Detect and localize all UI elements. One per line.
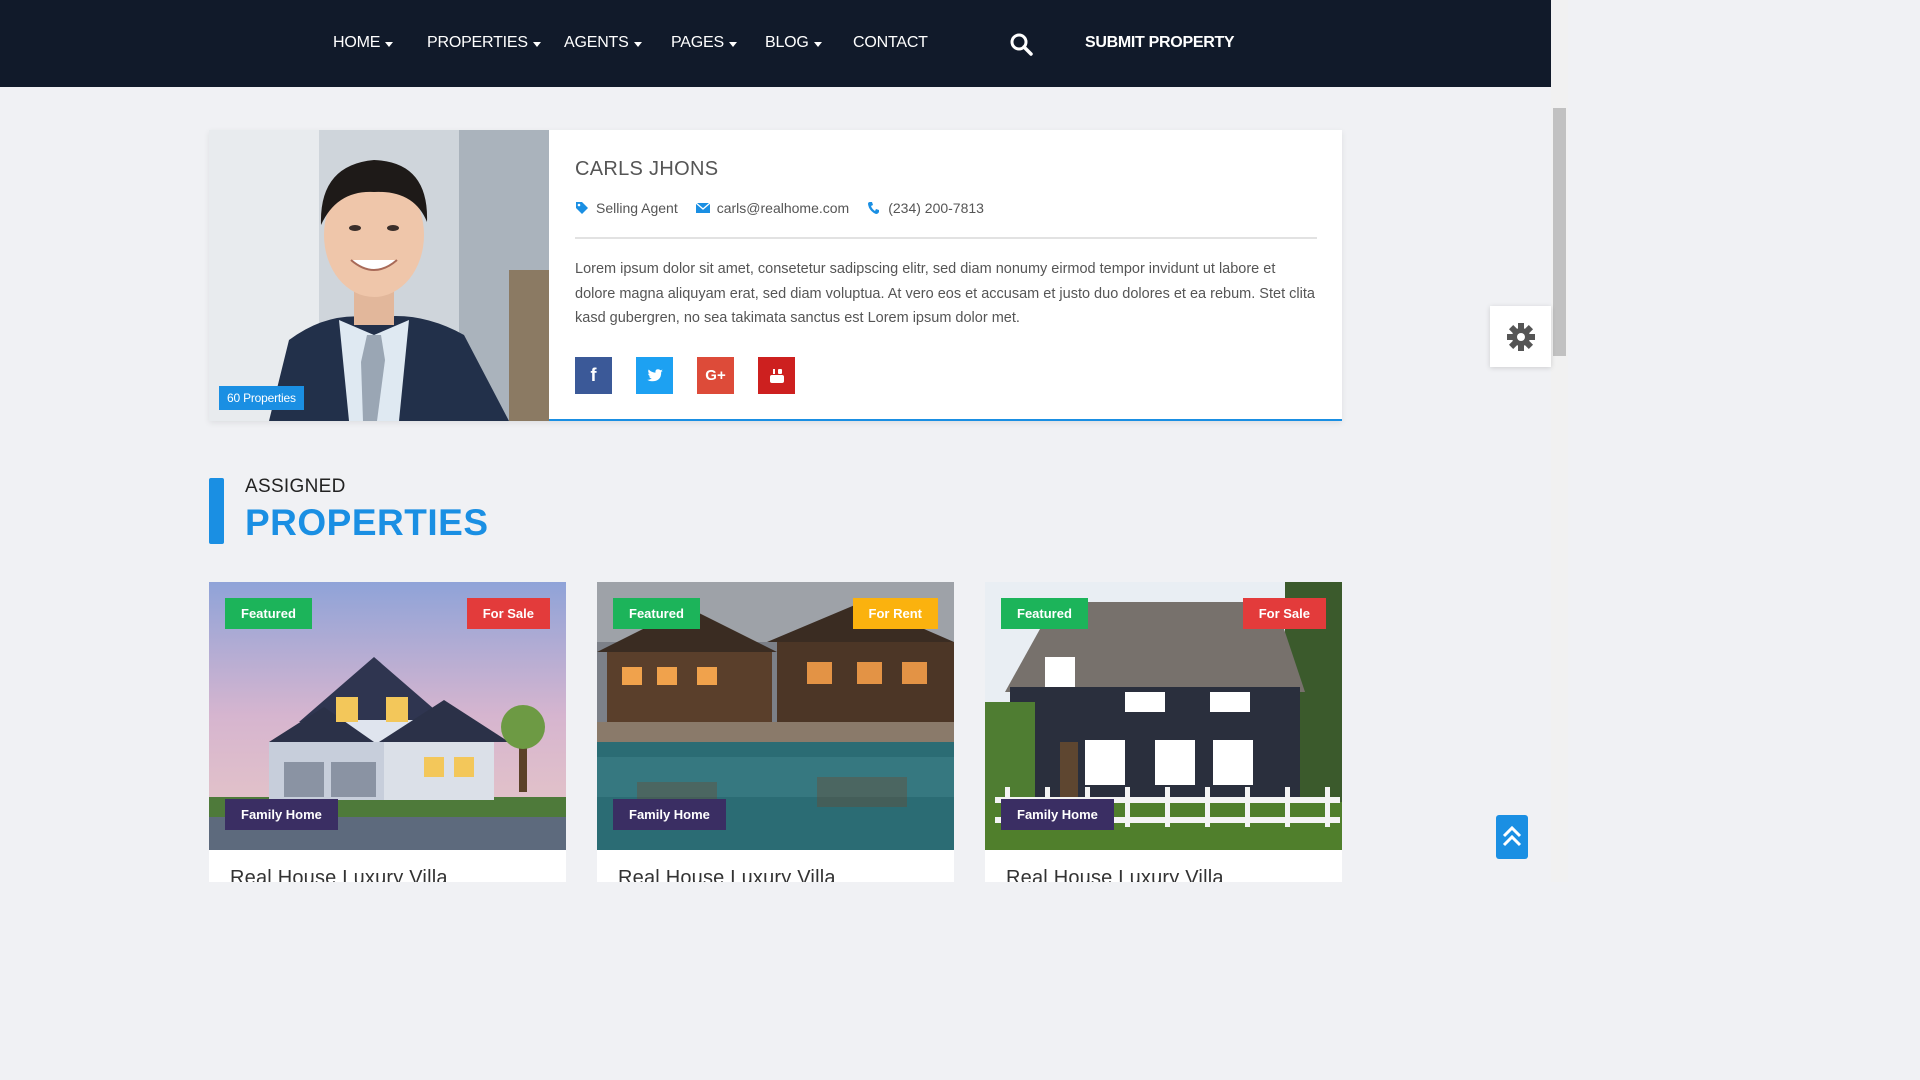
nav-pages-label: PAGES xyxy=(671,34,724,51)
search-icon[interactable] xyxy=(1009,32,1033,56)
twitter-icon xyxy=(646,368,663,381)
facebook-icon: f xyxy=(590,365,597,385)
back-to-top-button[interactable] xyxy=(1496,815,1528,859)
section-accent-bar xyxy=(209,478,224,544)
agent-role-label: Selling Agent xyxy=(596,200,678,216)
status-badge: For Rent xyxy=(852,598,938,629)
agent-role: Selling Agent xyxy=(575,200,678,216)
nav-home[interactable]: HOME xyxy=(333,34,394,52)
featured-badge: Featured xyxy=(613,598,700,629)
nav-contact[interactable]: CONTACT xyxy=(853,34,928,52)
submit-property-button[interactable]: SUBMIT PROPERTY xyxy=(1085,34,1235,52)
gear-icon xyxy=(1506,322,1535,351)
nav-home-label: HOME xyxy=(333,34,381,51)
agent-meta: Selling Agent carls@realhome.com (234) 2… xyxy=(575,200,984,216)
chevron-down-icon xyxy=(532,41,541,47)
property-type-badge: Family Home xyxy=(225,799,338,830)
agent-name: CARLS JHONS xyxy=(575,158,719,180)
property-title[interactable]: Real House Luxury Villa xyxy=(1006,867,1224,882)
agent-email-label: carls@realhome.com xyxy=(716,200,850,216)
property-type-badge: Family Home xyxy=(1001,799,1114,830)
agent-card: 60 Properties CARLS JHONS Selling Agent … xyxy=(209,130,1342,421)
youtube-icon xyxy=(769,368,784,383)
property-type-badge: Family Home xyxy=(613,799,726,830)
nav-pages[interactable]: PAGES xyxy=(671,34,737,52)
nav-agents-label: AGENTS xyxy=(564,34,629,51)
property-card[interactable]: Featured For Rent Family Home Real House… xyxy=(597,582,954,882)
property-count-badge: 60 Properties xyxy=(219,386,304,410)
double-chevron-up-icon xyxy=(1502,826,1522,847)
property-card[interactable]: Featured For Sale Family Home Real House… xyxy=(209,582,566,882)
nav-agents[interactable]: AGENTS xyxy=(564,34,642,52)
facebook-button[interactable]: f xyxy=(575,357,612,394)
chevron-down-icon xyxy=(728,41,737,47)
section-subtitle: ASSIGNED xyxy=(245,476,346,497)
youtube-button[interactable] xyxy=(758,357,795,394)
settings-button[interactable] xyxy=(1490,306,1551,367)
chevron-down-icon xyxy=(633,41,642,47)
chevron-down-icon xyxy=(813,41,822,47)
agent-bio: Lorem ipsum dolor sit amet, consetetur s… xyxy=(575,261,1315,326)
featured-badge: Featured xyxy=(1001,598,1088,629)
envelope-icon xyxy=(695,202,710,213)
nav-contact-label: CONTACT xyxy=(853,34,928,51)
agent-photo: 60 Properties xyxy=(209,130,549,421)
tag-icon xyxy=(576,202,588,214)
agent-info: CARLS JHONS Selling Agent carls@realhome… xyxy=(549,130,1342,421)
chevron-down-icon xyxy=(385,41,394,47)
scrollbar-thumb[interactable] xyxy=(1553,108,1566,356)
google-plus-button[interactable]: G+ xyxy=(697,357,734,394)
agent-email[interactable]: carls@realhome.com xyxy=(695,200,850,216)
featured-badge: Featured xyxy=(225,598,312,629)
property-card[interactable]: Featured For Sale Family Home Real House… xyxy=(985,582,1342,882)
status-badge: For Sale xyxy=(1242,598,1326,629)
property-title[interactable]: Real House Luxury Villa xyxy=(230,867,448,882)
twitter-button[interactable] xyxy=(636,357,673,394)
status-badge: For Sale xyxy=(466,598,550,629)
section-title: PROPERTIES xyxy=(245,502,489,543)
phone-icon xyxy=(868,202,880,214)
agent-phone-label: (234) 200-7813 xyxy=(888,200,984,216)
agent-phone[interactable]: (234) 200-7813 xyxy=(867,200,984,216)
divider xyxy=(575,237,1317,239)
nav-blog[interactable]: BLOG xyxy=(765,34,822,52)
nav-properties[interactable]: PROPERTIES xyxy=(427,34,541,52)
nav-blog-label: BLOG xyxy=(765,34,809,51)
google-plus-icon: G+ xyxy=(705,367,726,384)
top-navbar: HOME PROPERTIES AGENTS PAGES BLOG CONTAC… xyxy=(0,0,1551,87)
social-links: f G+ xyxy=(575,357,795,394)
nav-properties-label: PROPERTIES xyxy=(427,34,528,51)
property-title[interactable]: Real House Luxury Villa xyxy=(618,867,836,882)
